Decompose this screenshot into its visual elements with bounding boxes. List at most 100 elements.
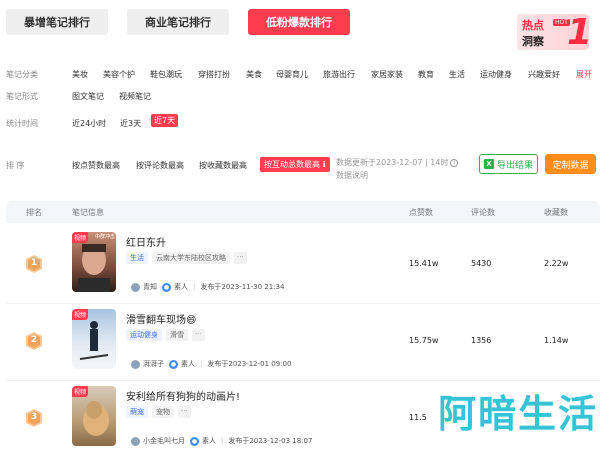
author-name[interactable]: 小金毛叫七月 (143, 436, 185, 446)
author-role: 素人 (174, 283, 188, 291)
note-tag[interactable]: 运动健身 (126, 329, 162, 341)
data-note-link[interactable]: 数据说明 (336, 171, 368, 180)
sort-by-likes[interactable]: 按点赞数最高 (72, 160, 120, 171)
category-option[interactable]: 美食 (246, 69, 262, 80)
info-icon[interactable]: i (450, 158, 459, 167)
likes-count: 11.5 (409, 413, 427, 422)
video-tag: 视频 (72, 386, 89, 397)
rank-number: 2 (30, 335, 38, 345)
expand-categories-button[interactable]: 展开 (576, 69, 592, 80)
category-option[interactable]: 家居家装 (371, 69, 403, 80)
note-title[interactable]: 滑雪翻车现场😄 (126, 311, 196, 326)
export-label: 导出结果 (496, 160, 533, 171)
note-tag[interactable]: 生活 (126, 252, 148, 264)
header-comments[interactable]: 评论数 (471, 207, 495, 218)
category-option[interactable]: 教育 (418, 69, 434, 80)
note-tags: 生活 云南大学东陆校区攻略 ··· (126, 252, 247, 264)
rank-number: 3 (30, 412, 38, 422)
note-thumbnail[interactable]: 视频 (72, 309, 116, 369)
rank-badge: 2 (24, 331, 44, 351)
note-meta: 湃湃子 ● 素人 | 发布于2023-12-01 09:00 (131, 358, 291, 370)
update-time: 数据更新于2023-12-07 | 14时 (336, 158, 449, 167)
author-role: 素人 (202, 437, 216, 445)
collects-count: 2.22w (544, 259, 569, 268)
category-option[interactable]: 美妆 (72, 69, 88, 80)
sort-by-collects[interactable]: 按收藏数最高 (199, 160, 247, 171)
export-results-button[interactable]: X 导出结果 (479, 154, 538, 174)
publish-date: 发布于2023-12-03 18:07 (228, 437, 313, 445)
table-row[interactable]: 2 视频 滑雪翻车现场😄 运动健身 滑雪 ··· 湃湃子 ● 素人 | 发布于2… (6, 305, 600, 381)
sort-by-comments[interactable]: 按评论数最高 (136, 160, 184, 171)
sort-info-icon: ℹ (322, 160, 326, 169)
category-option[interactable]: 母婴育儿 (276, 69, 308, 80)
watermark-text: 阿暗生活 (438, 392, 599, 436)
note-title[interactable]: 红日东升 (126, 234, 166, 249)
more-tags-button[interactable]: ··· (178, 406, 191, 418)
time-option-7d[interactable]: 近7天 (151, 114, 179, 127)
filter-category-label: 笔记分类 (6, 69, 38, 79)
header-collects[interactable]: 收藏数 (544, 207, 568, 218)
publish-date: 发布于2023-11-30 21:34 (200, 283, 285, 291)
hot-banner-subtitle: 洞察 (522, 35, 544, 48)
tab-business-notes[interactable]: 商业笔记排行 (127, 9, 229, 35)
note-thumbnail[interactable]: 视频 中群冲击 (72, 232, 116, 292)
author-name[interactable]: 青知 (143, 282, 157, 292)
note-meta: 小金毛叫七月 ● 素人 | 发布于2023-12-03 18:07 (131, 435, 312, 447)
category-option[interactable]: 兴趣爱好 (528, 69, 560, 80)
header-rank: 排名 (26, 208, 42, 217)
hot-banner-digit: 1 (567, 14, 589, 50)
note-tag[interactable]: 滑雪 (166, 329, 188, 341)
more-tags-button[interactable]: ··· (234, 252, 247, 264)
category-option[interactable]: 美容个护 (103, 69, 135, 80)
note-tags: 运动健身 滑雪 ··· (126, 329, 205, 341)
sort-label: 排 序 (6, 161, 25, 170)
header-note-info: 笔记信息 (72, 208, 104, 217)
tab-low-fan-viral[interactable]: 低粉爆款排行 (248, 9, 350, 35)
update-info: 数据更新于2023-12-07 | 14时 i 数据说明 (336, 156, 459, 182)
category-option[interactable]: 穿搭打扮 (198, 69, 230, 80)
time-option-3d[interactable]: 近3天 (120, 118, 141, 129)
note-tags: 萌宠 宠物 ··· (126, 406, 191, 418)
category-option[interactable]: 运动健身 (480, 69, 512, 80)
rank-badge: 1 (24, 254, 44, 274)
custom-data-button[interactable]: 定制数据 (545, 154, 596, 174)
rank-number: 1 (30, 258, 38, 268)
excel-icon: X (483, 159, 494, 169)
avatar[interactable] (131, 282, 140, 292)
more-tags-button[interactable]: ··· (192, 329, 205, 341)
category-option[interactable]: 旅游出行 (323, 69, 355, 80)
sort-by-interactions-label: 按互动总数最高 (264, 160, 320, 169)
note-tag[interactable]: 宠物 (152, 406, 174, 418)
author-name[interactable]: 湃湃子 (143, 359, 164, 369)
form-option-image[interactable]: 图文笔记 (72, 91, 104, 102)
separator: | (200, 360, 203, 368)
filter-time: 统计时间 近24小时 近3天 近7天 (6, 114, 600, 130)
sort-by-interactions[interactable]: 按互动总数最高 ℹ (260, 157, 330, 172)
header-likes[interactable]: 点赞数 (409, 207, 433, 218)
rank-badge: 3 (24, 408, 44, 428)
person-icon: ● (190, 436, 199, 446)
likes-count: 15.75w (409, 336, 439, 345)
watermark: 阿暗生活 (438, 383, 600, 439)
note-tag[interactable]: 云南大学东陆校区攻略 (152, 252, 230, 264)
comments-count: 1356 (471, 336, 492, 345)
note-tag[interactable]: 萌宠 (126, 406, 148, 418)
filter-time-label: 统计时间 (6, 118, 38, 128)
note-title[interactable]: 安利给所有狗狗的动画片! (126, 388, 240, 403)
hot-insight-banner[interactable]: 热点 HOT 洞察 1 (517, 14, 589, 50)
person-icon: ● (162, 282, 171, 292)
avatar[interactable] (131, 359, 140, 369)
filter-form: 笔记形式 图文笔记 视频笔记 (6, 89, 600, 103)
sort-bar: 排 序 按点赞数最高 按评论数最高 按收藏数最高 按互动总数最高 ℹ 数据更新于… (6, 152, 600, 180)
separator: | (193, 283, 196, 291)
separator: | (221, 437, 224, 445)
tab-surge-notes[interactable]: 暴增笔记排行 (6, 9, 108, 35)
form-option-video[interactable]: 视频笔记 (119, 91, 151, 102)
category-option[interactable]: 生活 (449, 69, 465, 80)
avatar[interactable] (131, 436, 140, 446)
table-row[interactable]: 1 视频 中群冲击 红日东升 生活 云南大学东陆校区攻略 ··· 青知 ● 素人… (6, 228, 600, 304)
time-option-24h[interactable]: 近24小时 (72, 118, 106, 129)
note-thumbnail[interactable]: 视频 (72, 386, 116, 446)
category-option[interactable]: 鞋包潮玩 (150, 69, 182, 80)
hot-banner-title: 热点 (522, 19, 544, 32)
